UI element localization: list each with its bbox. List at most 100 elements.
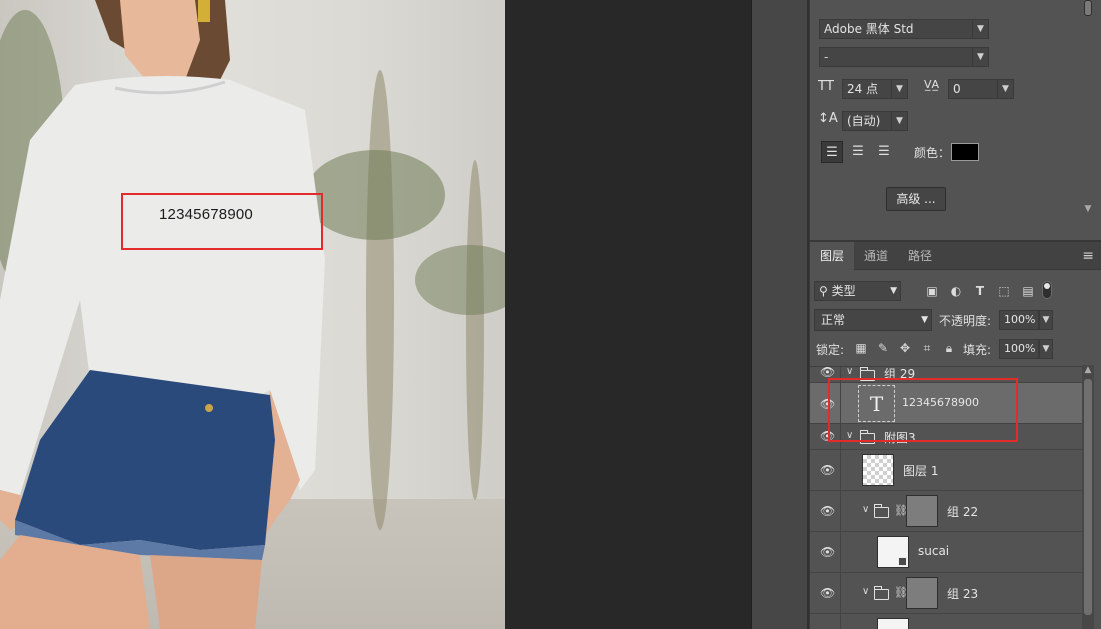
annotation-highlight-canvas	[121, 193, 323, 250]
layer-name: sucai	[918, 544, 950, 558]
chevron-down-icon: ▼	[972, 20, 988, 38]
layer-name: 组 22	[947, 505, 979, 519]
lock-position-icon[interactable]: ✥	[897, 340, 913, 356]
text-color-swatch[interactable]	[951, 143, 979, 161]
layer-thumbnail	[877, 618, 909, 629]
align-right-button[interactable]: ☰	[873, 141, 895, 163]
layer-thumbnail	[862, 454, 894, 486]
align-center-button[interactable]: ☰	[847, 141, 869, 163]
denim-shorts	[15, 370, 275, 550]
eye-icon[interactable]: 👁︎	[820, 545, 835, 559]
lock-artboard-icon[interactable]: ⌗	[919, 340, 935, 356]
lock-paint-brush-icon[interactable]: ✎	[875, 340, 891, 356]
filter-toggle-switch[interactable]	[1042, 281, 1052, 299]
model-illustration	[0, 0, 505, 629]
eye-icon[interactable]: 👁︎	[820, 586, 835, 600]
font-style-select[interactable]: - ▼	[819, 47, 989, 67]
layer-row-group-23[interactable]: 👁︎ ∨ ⛓︎ 组 23	[810, 573, 1082, 614]
panel-tab-bar: 图层 通道 路径 ≡	[810, 242, 1101, 270]
align-center-icon: ☰	[852, 144, 864, 159]
chevron-down-icon: ▼	[891, 80, 907, 98]
chevron-down-icon: ▼	[890, 286, 897, 296]
opacity-chevron-icon[interactable]: ▼	[1039, 310, 1053, 330]
advanced-button[interactable]: 高级 ...	[886, 187, 946, 211]
tab-paths[interactable]: 路径	[898, 242, 942, 270]
annotation-highlight-layer	[828, 378, 1018, 442]
kerning-va-icon: V̲A̲	[924, 78, 940, 91]
font-size-select[interactable]: 24 点 ▼	[842, 79, 908, 99]
opacity-input[interactable]: 100%	[999, 310, 1039, 330]
folder-icon	[874, 586, 889, 600]
blend-mode-value: 正常	[821, 313, 846, 327]
chevron-down-icon: ▼	[891, 112, 907, 130]
filter-type-label: 类型	[831, 284, 856, 298]
filter-type-icon[interactable]: T	[972, 283, 988, 299]
panel-dock-strip	[751, 0, 809, 629]
scroll-down-icon[interactable]: ▼	[1082, 204, 1094, 214]
lock-all-icon[interactable]: 🔒︎	[941, 340, 957, 356]
fill-input[interactable]: 100%	[999, 339, 1039, 359]
tab-channels[interactable]: 通道	[854, 242, 898, 270]
font-size-value: 24 点	[847, 82, 879, 96]
panel-menu-icon[interactable]: ≡	[1082, 248, 1094, 264]
align-right-icon: ☰	[878, 144, 890, 159]
chevron-down-icon[interactable]: ∨	[846, 367, 853, 377]
palm-leaves-2	[415, 245, 505, 315]
earring	[198, 0, 210, 22]
chevron-down-icon[interactable]: ∨	[862, 504, 869, 515]
font-style-value: -	[824, 50, 829, 64]
mask-thumbnail	[906, 577, 938, 609]
text-size-icon: 𝖳T	[818, 79, 834, 94]
photoshop-window: 12345678900 Adobe 黑体 Std ▼ - ▼ 𝖳T 24 点 ▼…	[0, 0, 1101, 629]
search-icon: ⚲	[819, 284, 828, 298]
shorts-button	[205, 404, 213, 412]
layer-row-partial[interactable]	[810, 614, 1082, 629]
chevron-down-icon[interactable]: ∨	[862, 586, 869, 597]
align-left-icon: ☰	[826, 145, 838, 160]
layer-row-sucai[interactable]: 👁︎ sucai	[810, 532, 1082, 573]
layer-row-layer-1[interactable]: 👁︎ 图层 1	[810, 450, 1082, 491]
lock-row: 锁定: ▦ ✎ ✥ ⌗ 🔒︎ 填充: 100% ▼	[814, 338, 1099, 360]
scroll-up-icon[interactable]: ▲	[1082, 365, 1094, 375]
lock-transparent-icon[interactable]: ▦	[853, 340, 869, 356]
tracking-select[interactable]: 0 ▼	[948, 79, 1014, 99]
font-family-value: Adobe 黑体 Std	[824, 22, 914, 36]
folder-icon	[874, 504, 889, 518]
filter-adjustment-icon[interactable]: ◐	[948, 283, 964, 299]
layer-filter-row: ⚲ 类型 ▼ ▣ ◐ T ⬚ ▤	[814, 279, 1099, 303]
align-left-button[interactable]: ☰	[821, 141, 843, 163]
fill-chevron-icon[interactable]: ▼	[1039, 339, 1053, 359]
fill-label: 填充:	[963, 343, 992, 357]
layer-filter-select[interactable]: ⚲ 类型 ▼	[814, 281, 901, 301]
chevron-down-icon: ▼	[921, 315, 928, 325]
palm-trunk-2	[466, 160, 484, 500]
leading-value: (自动)	[847, 114, 881, 128]
character-panel-scrollbar[interactable]: ▼	[1082, 0, 1094, 214]
right-leg	[150, 555, 262, 629]
tab-layers[interactable]: 图层	[810, 242, 855, 270]
chevron-down-icon: ▼	[972, 48, 988, 66]
filter-smart-object-icon[interactable]: ▤	[1020, 283, 1036, 299]
eye-icon[interactable]: 👁︎	[820, 504, 835, 518]
palm-trunk	[366, 70, 394, 530]
palm-leaves	[305, 150, 445, 240]
filter-shape-icon[interactable]: ⬚	[996, 283, 1012, 299]
scrollbar-thumb[interactable]	[1084, 0, 1092, 16]
leading-select[interactable]: (自动) ▼	[842, 111, 908, 131]
opacity-label: 不透明度:	[939, 314, 992, 328]
font-family-select[interactable]: Adobe 黑体 Std ▼	[819, 19, 989, 39]
eye-icon[interactable]: 👁︎	[820, 463, 835, 477]
layer-row-group-22[interactable]: 👁︎ ∨ ⛓︎ 组 22	[810, 491, 1082, 532]
blend-mode-select[interactable]: 正常 ▼	[814, 309, 932, 331]
tracking-value: 0	[953, 82, 961, 96]
text-color-label: 颜色：	[914, 146, 951, 160]
canvas-image[interactable]: 12345678900	[0, 0, 505, 629]
smart-object-thumbnail	[877, 536, 909, 568]
mask-thumbnail	[906, 495, 938, 527]
filter-pixel-icon[interactable]: ▣	[924, 283, 940, 299]
scrollbar-thumb[interactable]	[1084, 379, 1092, 615]
canvas-pasteboard	[505, 0, 751, 629]
layers-panel-scrollbar[interactable]: ▲	[1082, 365, 1094, 629]
blend-row: 正常 ▼ 不透明度: 100% ▼	[814, 309, 1099, 331]
layer-name: 图层 1	[903, 464, 939, 478]
